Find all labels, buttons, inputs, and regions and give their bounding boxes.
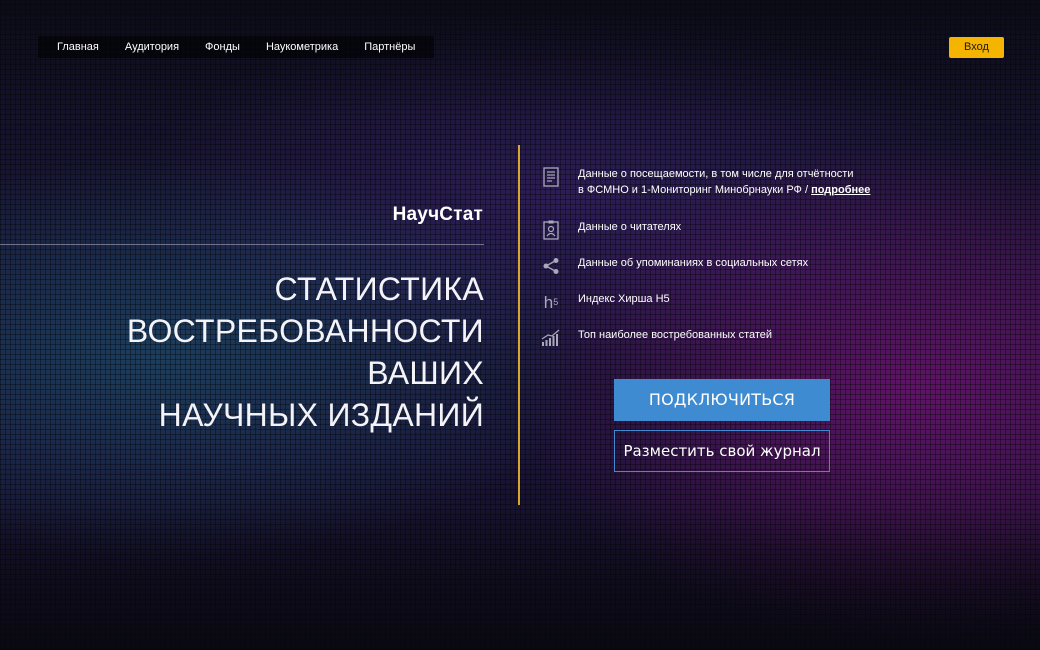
feature-social: Данные об упоминаниях в социальных сетях xyxy=(540,255,808,277)
nav-item-audience[interactable]: Аудитория xyxy=(112,36,192,58)
place-journal-button[interactable]: Разместить свой журнал xyxy=(614,430,830,472)
top-nav: Главная Аудитория Фонды Наукометрика Пар… xyxy=(38,36,435,58)
horizontal-divider xyxy=(0,244,484,245)
share-icon xyxy=(540,255,562,277)
nav-item-funds[interactable]: Фонды xyxy=(192,36,253,58)
h5-icon-letter: h xyxy=(543,292,554,312)
growth-chart-icon xyxy=(540,327,562,349)
nav-item-home[interactable]: Главная xyxy=(44,36,112,58)
document-icon xyxy=(540,166,562,188)
login-button[interactable]: Вход xyxy=(949,37,1004,58)
feature-readers-text: Данные о читателях xyxy=(578,221,682,233)
headline-line: ВАШИХ xyxy=(367,355,484,391)
nav-item-scientometrics[interactable]: Наукометрика xyxy=(253,36,351,58)
feature-top-articles-text: Топ наиболее востребованных статей xyxy=(578,329,773,341)
id-badge-icon xyxy=(540,219,562,241)
headline-line: НАУЧНЫХ ИЗДАНИЙ xyxy=(158,397,484,433)
headline-line: ВОСТРЕБОВАННОСТИ xyxy=(126,313,484,349)
feature-top-articles: Топ наиболее востребованных статей xyxy=(540,327,772,349)
brand-logo: НаучСтат xyxy=(392,204,483,225)
feature-h5: h5 Индекс Хирша H5 xyxy=(540,291,670,313)
feature-readers: Данные о читателях xyxy=(540,219,681,241)
feature-attendance-text: Данные о посещаемости, в том числе для о… xyxy=(578,166,870,198)
feature-text-line: Данные о посещаемости, в том числе для о… xyxy=(578,168,854,180)
feature-attendance: Данные о посещаемости, в том числе для о… xyxy=(540,166,870,198)
feature-h5-text: Индекс Хирша H5 xyxy=(578,293,670,305)
hero-headline: СТАТИСТИКА ВОСТРЕБОВАННОСТИ ВАШИХ НАУЧНЫ… xyxy=(60,268,484,436)
feature-text-line: в ФСМНО и 1-Мониторинг Минобрнауки РФ / … xyxy=(578,182,870,198)
more-link[interactable]: подробнее xyxy=(811,184,870,196)
h5-icon: h5 xyxy=(540,291,562,313)
connect-button[interactable]: ПОДКЛЮЧИТЬСЯ xyxy=(614,379,830,421)
vertical-divider xyxy=(518,145,520,505)
feature-social-text: Данные об упоминаниях в социальных сетях xyxy=(578,257,809,269)
h5-icon-sup: 5 xyxy=(553,296,559,307)
nav-item-partners[interactable]: Партнёры xyxy=(351,36,428,58)
headline-line: СТАТИСТИКА xyxy=(274,271,484,307)
feature-text-line2: в ФСМНО и 1-Мониторинг Минобрнауки РФ / xyxy=(578,184,812,196)
